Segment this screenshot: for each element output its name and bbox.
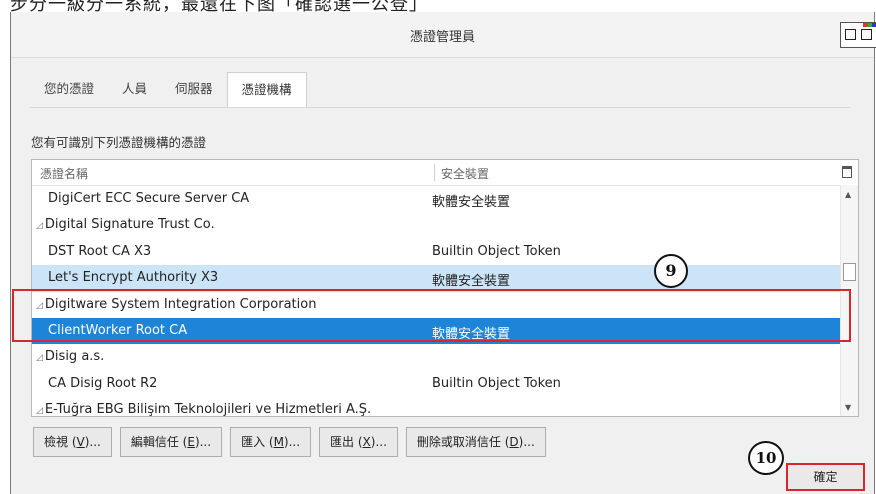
expand-triangle-icon[interactable]: ◿ (36, 301, 43, 311)
security-device-cell: Builtin Object Token (432, 375, 561, 391)
tab-people[interactable]: 人員 (108, 72, 161, 106)
certificate-name: DigiCert ECC Secure Server CA (48, 191, 250, 206)
scrollbar-thumb[interactable] (843, 263, 856, 281)
certificate-name-cell: ◿ Digital Signature Trust Co. (36, 217, 215, 232)
button-label: 刪除或取消信任 ( (416, 435, 510, 449)
certificate-name: E-Tuğra EBG Bilişim Teknolojileri ve Hiz… (44, 402, 372, 417)
certificate-tree[interactable]: 憑證名稱 安全裝置 DigiCert ECC Secure Server CA 軟… (31, 159, 859, 417)
certificate-name: Disig a.s. (44, 349, 105, 365)
top-caption-strip: 步分一級分一系統，最還在下图「確認選一公登」 (0, 0, 876, 12)
certificate-name: Let's Encrypt Authority X3 (48, 270, 219, 286)
certificate-manager-dialog: 憑證管理員 您的憑證 人員 伺服器 憑證機構 您有可識別下列憑證機構的憑證 憑證… (10, 12, 876, 494)
certificate-name: DST Root CA X3 (48, 243, 152, 259)
security-device-cell: 軟體安全裝置 (432, 274, 511, 290)
certificate-name-cell: ◿ Disig a.s. (36, 349, 104, 364)
certificate-name: ClientWorker Root CA (48, 322, 188, 338)
button-label: 檢視 ( (44, 435, 77, 449)
annotation-badge-10: 10 (748, 441, 784, 475)
window-controls[interactable] (840, 22, 876, 48)
column-header-name[interactable]: 憑證名稱 (40, 165, 88, 182)
security-device-cell: 軟體安全裝置 (432, 326, 511, 342)
certificate-rows: DigiCert ECC Secure Server CA 軟體安全裝置 ◿ Digi… (32, 186, 840, 417)
tree-group-row[interactable]: ◿ E-Tuğra EBG Bilişim Teknolojileri ve Hi… (32, 397, 840, 417)
import-button[interactable]: 匯入 (M)... (230, 427, 312, 457)
title-bar: 憑證管理員 (11, 12, 876, 58)
tab-authorities[interactable]: 憑證機構 (226, 72, 307, 107)
security-device-cell: Builtin Object Token (432, 243, 561, 259)
authorities-description: 您有可識別下列憑證機構的憑證 (31, 135, 207, 150)
table-row[interactable]: DigiCert ECC Secure Server CA 軟體安全裝置 (32, 186, 840, 212)
scroll-up-icon[interactable]: ▲ (845, 190, 851, 199)
top-caption: 步分一級分一系統，最還在下图「確認選一公登」 (10, 0, 428, 12)
certificate-name-cell: Let's Encrypt Authority X3 (48, 270, 218, 285)
tab-servers[interactable]: 伺服器 (161, 72, 227, 106)
tab-divider (30, 107, 850, 108)
certificate-name: Digitware System Integration Corporation (44, 296, 317, 312)
button-label: 匯入 ( (241, 435, 274, 449)
accelerator-key: X (362, 435, 371, 449)
button-label: 匯出 ( (330, 435, 363, 449)
button-label-tail: )... (194, 435, 212, 449)
button-label: 編輯信任 ( (130, 435, 188, 449)
app-indicator-icon (863, 23, 876, 27)
column-picker-icon[interactable] (842, 166, 852, 178)
action-buttons: 檢視 (V)... 編輯信任 (E)... 匯入 (M)... 匯出 (X)... 刪除… (33, 427, 546, 457)
accelerator-key: V (76, 435, 85, 449)
ok-button[interactable]: 確定 (786, 463, 865, 491)
accelerator-key: M (273, 435, 284, 449)
table-row[interactable]: Let's Encrypt Authority X3 軟體安全裝置 (32, 265, 840, 292)
accelerator-key: D (509, 435, 519, 449)
expand-triangle-icon[interactable]: ◿ (36, 406, 43, 416)
table-row[interactable]: CA Disig Root R2 Builtin Object Token (32, 371, 840, 397)
certificate-name-cell: CA Disig Root R2 (48, 376, 157, 391)
annotation-badge-9: 9 (654, 254, 688, 288)
restore-icon[interactable] (845, 29, 856, 40)
button-label-tail: )... (518, 435, 535, 449)
window-title: 憑證管理員 (409, 30, 475, 45)
maximize-icon[interactable] (861, 29, 872, 40)
certificate-name: Digital Signature Trust Co. (44, 217, 215, 233)
column-divider[interactable] (434, 164, 435, 181)
delete-or-distrust-button[interactable]: 刪除或取消信任 (D)... (405, 427, 546, 457)
certificate-name-cell: DigiCert ECC Secure Server CA (48, 191, 249, 206)
tab-your-certificates[interactable]: 您的憑證 (30, 72, 108, 106)
tab-bar: 您的憑證 人員 伺服器 憑證機構 (30, 72, 307, 107)
table-row[interactable]: DST Root CA X3 Builtin Object Token (32, 239, 840, 265)
button-label-tail: )... (370, 435, 387, 449)
table-header: 憑證名稱 安全裝置 (32, 160, 858, 186)
tree-group-row[interactable]: ◿ Digital Signature Trust Co. (32, 212, 840, 238)
vertical-scrollbar[interactable]: ▲ ▼ (840, 185, 858, 416)
certificate-name: CA Disig Root R2 (48, 375, 158, 391)
security-device-cell: 軟體安全裝置 (432, 195, 511, 210)
edit-trust-button[interactable]: 編輯信任 (E)... (119, 427, 223, 457)
accelerator-key: E (187, 435, 195, 449)
button-label-tail: )... (84, 435, 101, 449)
column-header-device[interactable]: 安全裝置 (441, 165, 489, 182)
button-label-tail: )... (283, 435, 301, 449)
certificate-name-cell: DST Root CA X3 (48, 244, 151, 259)
scroll-down-icon[interactable]: ▼ (845, 403, 851, 412)
tree-group-row[interactable]: ◿ Digitware System Integration Corporatio… (32, 292, 840, 318)
expand-triangle-icon[interactable]: ◿ (36, 221, 43, 231)
expand-triangle-icon[interactable]: ◿ (36, 353, 43, 363)
view-button[interactable]: 檢視 (V)... (33, 427, 112, 457)
certificate-name-cell: ClientWorker Root CA (48, 323, 187, 338)
certificate-name-cell: ◿ E-Tuğra EBG Bilişim Teknolojileri ve Hi… (36, 402, 372, 417)
export-button[interactable]: 匯出 (X)... (319, 427, 398, 457)
certificate-name-cell: ◿ Digitware System Integration Corporatio… (36, 297, 316, 312)
tree-group-row[interactable]: ◿ Disig a.s. (32, 344, 840, 370)
table-row[interactable]: ClientWorker Root CA 軟體安全裝置 (32, 317, 840, 345)
